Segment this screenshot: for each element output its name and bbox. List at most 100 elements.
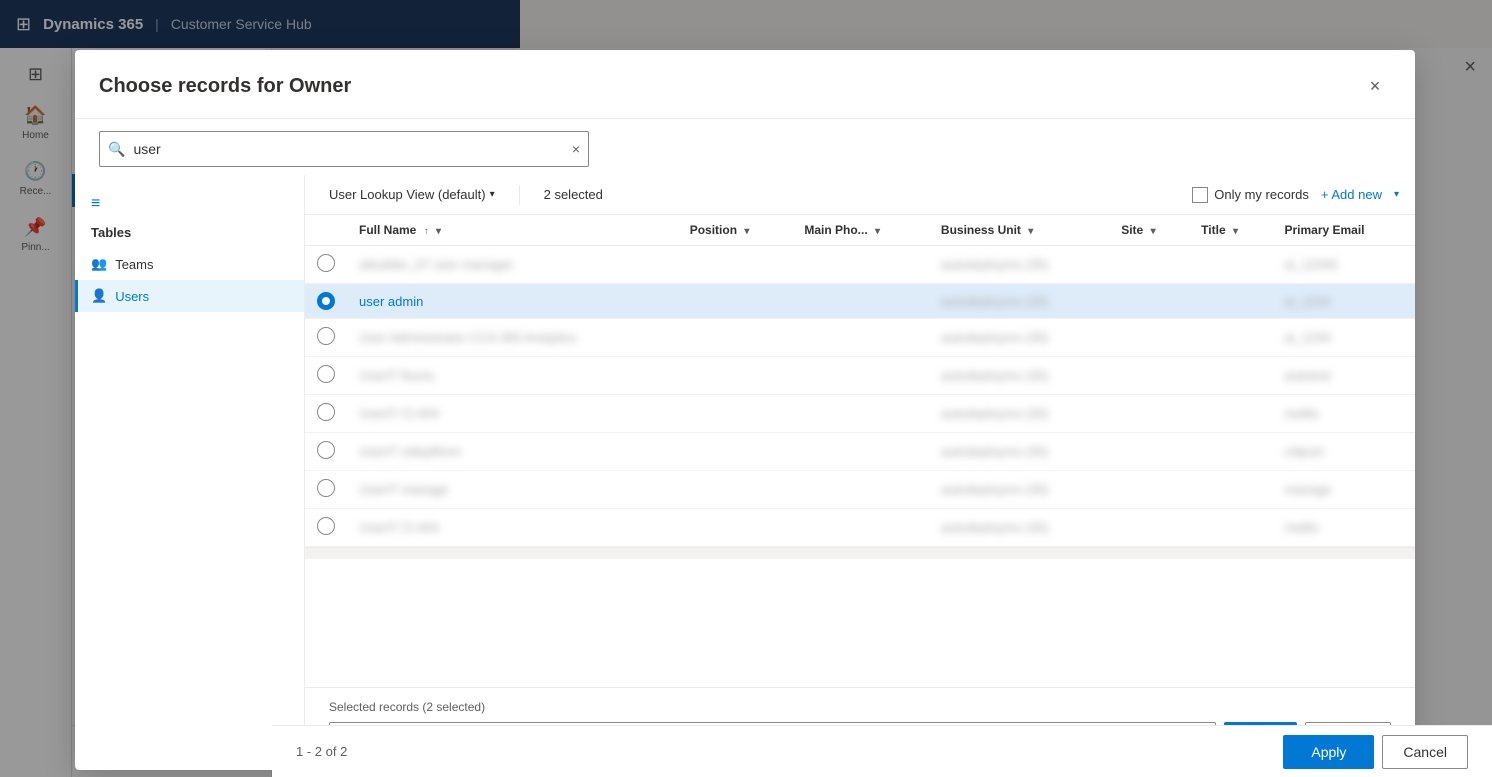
choose-records-modal: Choose records for Owner × 🔍 × ≡ Tables … bbox=[75, 50, 1415, 770]
td-name: user admin bbox=[347, 284, 678, 319]
td-primary-email: ai_12345 bbox=[1272, 246, 1415, 284]
only-my-records-text: Only my records bbox=[1214, 187, 1309, 202]
th-position-text: Position bbox=[690, 223, 737, 237]
panel-menu-icon[interactable]: ≡ bbox=[75, 187, 304, 221]
td-primary-email: mailto bbox=[1272, 509, 1415, 547]
td-position bbox=[678, 471, 793, 509]
pagination-text: 1 - 2 of 2 bbox=[296, 744, 347, 759]
radio-button[interactable] bbox=[317, 479, 335, 497]
radio-button[interactable] bbox=[317, 292, 335, 310]
th-position[interactable]: Position ▾ bbox=[678, 215, 793, 246]
td-name: aibuilder_07 user manager bbox=[347, 246, 678, 284]
td-position bbox=[678, 509, 793, 547]
td-position bbox=[678, 357, 793, 395]
radio-cell bbox=[305, 319, 347, 357]
chevron-down-icon: ▾ bbox=[1233, 226, 1238, 237]
radio-button[interactable] bbox=[317, 327, 335, 345]
radio-button[interactable] bbox=[317, 517, 335, 535]
radio-cell bbox=[305, 246, 347, 284]
td-business-unit: autodeployms (35) bbox=[929, 246, 1109, 284]
radio-button[interactable] bbox=[317, 441, 335, 459]
td-title bbox=[1189, 284, 1272, 319]
td-site bbox=[1109, 509, 1189, 547]
th-select bbox=[305, 215, 347, 246]
row-name-text: UserIT manage bbox=[359, 482, 448, 497]
chevron-down-icon: ▾ bbox=[1151, 226, 1156, 237]
cancel-bottom-button[interactable]: Cancel bbox=[1382, 735, 1468, 769]
td-business-unit: autodeployms (35) bbox=[929, 357, 1109, 395]
th-full-name[interactable]: Full Name ↑ ▾ bbox=[347, 215, 678, 246]
search-icon: 🔍 bbox=[100, 141, 133, 158]
table-row[interactable]: UserIT Cl.404 autodeployms (35) mailto bbox=[305, 395, 1415, 433]
modal-close-button[interactable]: × bbox=[1359, 70, 1391, 102]
chevron-down-icon: ▾ bbox=[1028, 226, 1033, 237]
th-site[interactable]: Site ▾ bbox=[1109, 215, 1189, 246]
td-business-unit: autodeployms (35) bbox=[929, 395, 1109, 433]
td-title bbox=[1189, 357, 1272, 395]
row-name-link[interactable]: user admin bbox=[359, 294, 423, 309]
modal-title: Choose records for Owner bbox=[99, 75, 351, 98]
selected-records-title: Selected records (2 selected) bbox=[329, 700, 1391, 714]
search-clear-button[interactable]: × bbox=[564, 141, 588, 157]
chevron-down-icon: ▾ bbox=[875, 226, 880, 237]
modal-body: ≡ Tables 👥 Teams 👤 Users User Lookup Vie… bbox=[75, 175, 1415, 770]
radio-cell bbox=[305, 509, 347, 547]
row-name-text: User Administrator CCA 365 Analytics bbox=[359, 330, 576, 345]
table-row[interactable]: UserIT Cl.404autodeployms (35)mailto bbox=[305, 509, 1415, 547]
table-row[interactable]: UserIT manageautodeployms (35)manage bbox=[305, 471, 1415, 509]
search-input-wrapper: 🔍 × bbox=[99, 131, 589, 167]
only-my-records-label[interactable]: Only my records bbox=[1192, 187, 1309, 203]
view-dropdown[interactable]: User Lookup View (default) ▾ bbox=[321, 183, 503, 206]
table-row[interactable]: UserIT cldeplformautodeployms (35)cldpor… bbox=[305, 433, 1415, 471]
td-main-phone bbox=[792, 319, 929, 357]
search-input[interactable] bbox=[133, 141, 563, 157]
right-content: User Lookup View (default) ▾ 2 selected … bbox=[305, 175, 1415, 770]
radio-button[interactable] bbox=[317, 403, 335, 421]
th-main-phone[interactable]: Main Pho... ▾ bbox=[792, 215, 929, 246]
table-row[interactable]: User Administrator CCA 365 Analyticsauto… bbox=[305, 319, 1415, 357]
td-business-unit: autodeployms (35) bbox=[929, 284, 1109, 319]
radio-button[interactable] bbox=[317, 254, 335, 272]
chevron-down-icon: ▾ bbox=[490, 189, 495, 200]
td-title bbox=[1189, 246, 1272, 284]
th-business-unit-text: Business Unit bbox=[941, 223, 1021, 237]
radio-cell bbox=[305, 471, 347, 509]
th-title[interactable]: Title ▾ bbox=[1189, 215, 1272, 246]
radio-cell bbox=[305, 284, 347, 319]
row-name-text: UserIT fluora bbox=[359, 368, 434, 383]
td-position bbox=[678, 284, 793, 319]
add-new-button[interactable]: + Add new bbox=[1321, 187, 1382, 202]
td-main-phone bbox=[792, 509, 929, 547]
td-name: UserIT Cl.404 bbox=[347, 395, 678, 433]
th-main-phone-text: Main Pho... bbox=[804, 223, 867, 237]
td-main-phone bbox=[792, 433, 929, 471]
td-title bbox=[1189, 319, 1272, 357]
table-row[interactable]: user adminautodeployms (35)ai_1234 bbox=[305, 284, 1415, 319]
bottom-action-buttons: Apply Cancel bbox=[1283, 735, 1468, 769]
td-primary-email: mailto bbox=[1272, 395, 1415, 433]
td-primary-email: autotest bbox=[1272, 357, 1415, 395]
td-business-unit: autodeployms (35) bbox=[929, 509, 1109, 547]
td-business-unit: autodeployms (35) bbox=[929, 471, 1109, 509]
chevron-down-icon: ▾ bbox=[744, 226, 749, 237]
radio-button[interactable] bbox=[317, 365, 335, 383]
td-title bbox=[1189, 471, 1272, 509]
radio-cell bbox=[305, 433, 347, 471]
panel-item-users[interactable]: 👤 Users bbox=[75, 280, 304, 312]
horizontal-scrollbar[interactable] bbox=[305, 547, 1415, 559]
th-primary-email[interactable]: Primary Email bbox=[1272, 215, 1415, 246]
th-business-unit[interactable]: Business Unit ▾ bbox=[929, 215, 1109, 246]
td-position bbox=[678, 395, 793, 433]
td-primary-email: ai_1234 bbox=[1272, 319, 1415, 357]
panel-item-teams[interactable]: 👥 Teams bbox=[75, 248, 304, 280]
apply-button[interactable]: Apply bbox=[1283, 735, 1374, 769]
toolbar-divider bbox=[519, 185, 520, 205]
td-name: UserIT manage bbox=[347, 471, 678, 509]
table-row[interactable]: aibuilder_07 user manager autodeployms (3… bbox=[305, 246, 1415, 284]
td-main-phone bbox=[792, 357, 929, 395]
th-primary-email-text: Primary Email bbox=[1284, 223, 1364, 237]
only-my-records-checkbox[interactable] bbox=[1192, 187, 1208, 203]
left-panel: ≡ Tables 👥 Teams 👤 Users bbox=[75, 175, 305, 770]
table-row[interactable]: UserIT fluora autodeployms (35) autotest bbox=[305, 357, 1415, 395]
add-new-chevron-icon[interactable]: ▾ bbox=[1394, 189, 1399, 200]
